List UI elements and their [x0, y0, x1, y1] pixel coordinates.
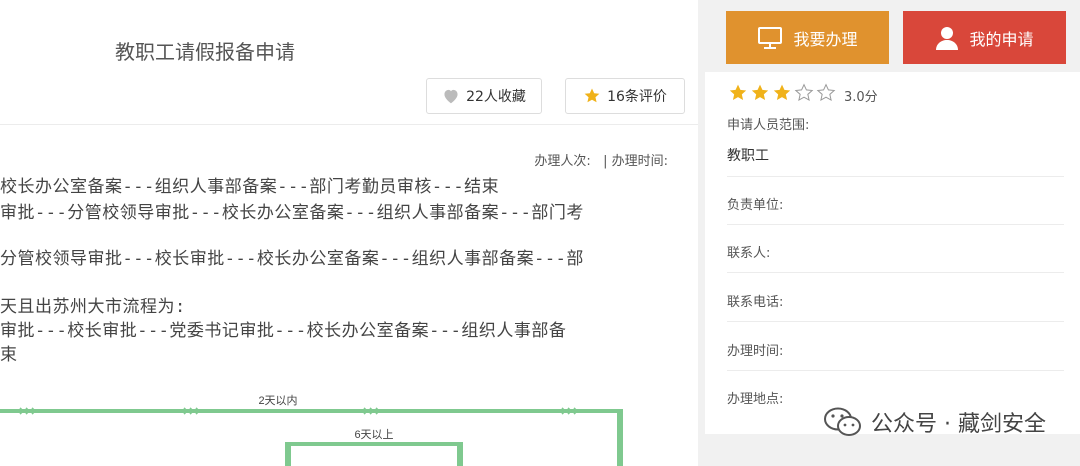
process-flow-diagram: 2天以内 6天以上 [0, 393, 623, 466]
field-contact-label: 联系人: [727, 246, 771, 261]
field-scope-label: 申请人员范围: [727, 118, 810, 133]
field-divider [727, 176, 1064, 177]
user-icon [936, 26, 959, 50]
field-time-label: 办理时间: [727, 344, 784, 359]
field-divider [727, 370, 1064, 371]
flow-text-line: 束 [0, 345, 18, 365]
apply-button-label: 我要办理 [793, 29, 858, 49]
favorite-button[interactable]: 22人收藏 [426, 78, 542, 114]
flow-label-top: 2天以内 [258, 393, 297, 407]
field-divider [727, 272, 1064, 273]
field-unit-label: 负责单位: [727, 198, 784, 213]
flow-text-line: 审批---校长审批---党委书记审批---校长办公室备案---组织人事部备 [0, 321, 567, 341]
review-button[interactable]: 16条评价 [565, 78, 685, 114]
star-filled-icon [773, 84, 791, 100]
rating-stars: 3.0分 [728, 80, 878, 105]
field-scope-value: 教职工 [727, 148, 769, 164]
flow-text-line: 校长办公室备案---组织人事部备案---部门考勤员审核---结束 [0, 177, 500, 197]
field-divider [727, 224, 1064, 225]
flow-text-line: 审批---分管校领导审批---校长办公室备案---组织人事部备案---部门考 [0, 203, 584, 223]
star-empty-icon [816, 82, 836, 101]
my-applications-label: 我的申请 [969, 29, 1034, 49]
flow-text-line: 天且出苏州大市流程为: [0, 297, 186, 317]
review-count: 16条评价 [607, 89, 667, 105]
star-empty-icon [794, 82, 814, 101]
heart-icon [444, 89, 458, 104]
service-detail-panel: 教职工请假报备申请 22人收藏 16条评价 办理人次: | 办理时间: 校长办公… [0, 0, 698, 466]
wechat-watermark: 公众号 · 藏剑安全 [823, 406, 1046, 438]
rating-value: 3.0分 [844, 90, 878, 105]
apply-button[interactable]: 我要办理 [726, 11, 889, 64]
flow-label-inner: 6天以上 [354, 428, 393, 441]
my-applications-button[interactable]: 我的申请 [903, 11, 1066, 64]
star-filled-icon [729, 84, 747, 100]
watermark-text: 公众号 · 藏剑安全 [871, 412, 1046, 437]
star-icon [584, 88, 600, 103]
wechat-icon [824, 407, 862, 436]
favorite-count: 22人收藏 [466, 89, 526, 105]
page-title: 教职工请假报备申请 [115, 40, 295, 64]
monitor-icon [758, 26, 783, 49]
handle-stats: 办理人次: | 办理时间: [534, 154, 668, 169]
header-divider [0, 124, 698, 125]
field-divider [727, 321, 1064, 322]
flow-text-line: 分管校领导审批---校长审批---校长办公室备案---组织人事部备案---部 [0, 249, 584, 269]
star-filled-icon [751, 84, 769, 100]
field-phone-label: 联系电话: [727, 295, 784, 310]
field-location-label: 办理地点: [727, 392, 784, 407]
